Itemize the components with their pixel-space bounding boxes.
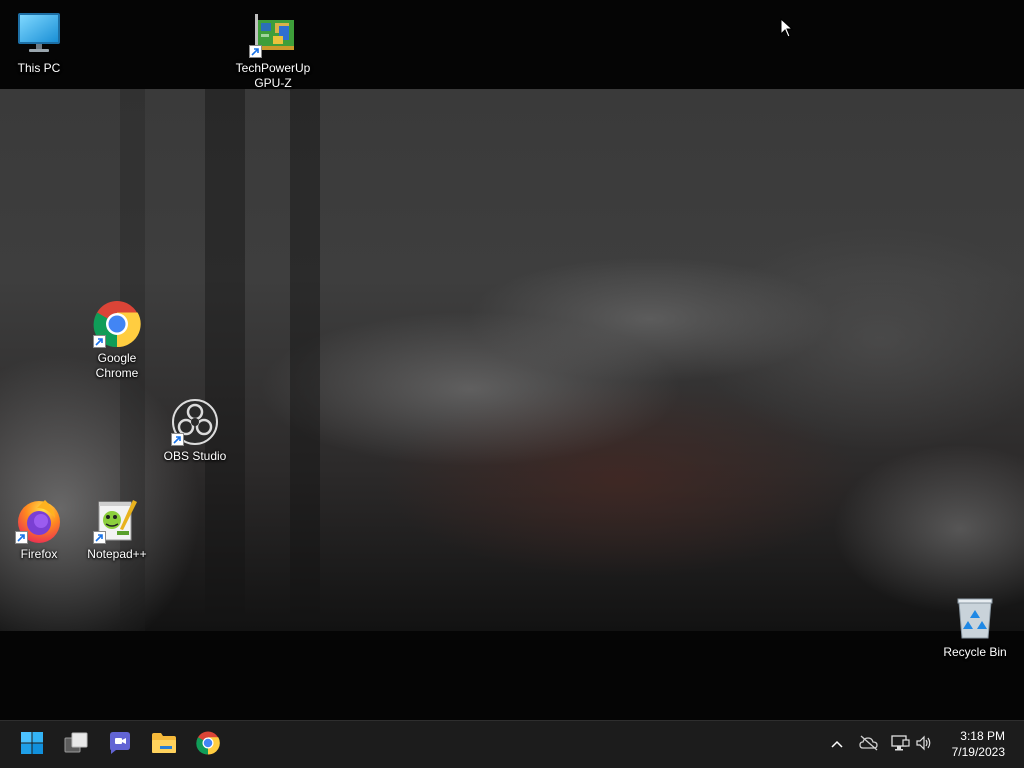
folder-icon xyxy=(151,732,177,759)
mouse-cursor-icon xyxy=(780,17,794,43)
desktop-icon-notepad-plus-plus[interactable]: Notepad++ xyxy=(79,496,155,562)
clock-time: 3:18 PM xyxy=(960,729,1005,743)
file-explorer-button[interactable] xyxy=(148,729,180,761)
desktop-icon-label: Google Chrome xyxy=(95,351,139,380)
clock-date: 7/19/2023 xyxy=(951,745,1005,759)
shortcut-arrow-icon xyxy=(171,433,184,446)
gpu-card-icon xyxy=(249,10,297,58)
desktop-icon-firefox[interactable]: Firefox xyxy=(1,496,77,562)
monitor-icon xyxy=(15,10,63,58)
network-tray-button[interactable] xyxy=(889,734,911,756)
desktop-icon-label: Recycle Bin xyxy=(943,645,1007,659)
desktop-icon-label: This PC xyxy=(17,61,61,75)
teams-chat-icon xyxy=(107,730,133,761)
windows-logo-icon xyxy=(20,731,44,760)
chat-button[interactable] xyxy=(104,729,136,761)
show-hidden-icons-button[interactable] xyxy=(826,734,848,756)
onedrive-tray-button[interactable] xyxy=(858,734,880,756)
desktop-icon-label: Firefox xyxy=(20,547,58,561)
network-icon xyxy=(890,734,910,757)
desktop-icon-google-chrome[interactable]: Google Chrome xyxy=(79,300,155,381)
taskbar-chrome-button[interactable] xyxy=(192,729,224,761)
clock[interactable]: 3:18 PM 7/19/2023 xyxy=(935,728,1005,760)
recycle-bin-icon xyxy=(951,594,999,642)
shortcut-arrow-icon xyxy=(93,531,106,544)
desktop[interactable]: This PC TechPowerUp GPU-Z Google Chrome … xyxy=(0,0,1024,720)
desktop-icon-label: TechPowerUp GPU-Z xyxy=(235,61,311,90)
chrome-icon xyxy=(196,731,220,760)
task-view-icon xyxy=(63,731,89,760)
desktop-icon-label: OBS Studio xyxy=(163,449,227,463)
obs-icon xyxy=(171,398,219,446)
chevron-up-icon xyxy=(830,736,844,754)
notepad-plus-plus-icon xyxy=(93,496,141,544)
shortcut-arrow-icon xyxy=(15,531,28,544)
desktop-icon-label: Notepad++ xyxy=(87,547,147,561)
taskbar: 3:18 PM 7/19/2023 xyxy=(0,720,1024,768)
task-view-button[interactable] xyxy=(60,729,92,761)
desktop-icon-recycle-bin[interactable]: Recycle Bin xyxy=(937,594,1013,660)
desktop-icon-this-pc[interactable]: This PC xyxy=(1,10,77,76)
start-button[interactable] xyxy=(16,729,48,761)
shortcut-arrow-icon xyxy=(249,45,262,58)
firefox-icon xyxy=(15,496,63,544)
desktop-icon-obs-studio[interactable]: OBS Studio xyxy=(157,398,233,464)
desktop-icon-gpu-z[interactable]: TechPowerUp GPU-Z xyxy=(235,10,311,91)
shortcut-arrow-icon xyxy=(93,335,106,348)
onedrive-offline-icon xyxy=(859,735,879,756)
volume-tray-button[interactable] xyxy=(913,734,935,756)
chrome-icon xyxy=(93,300,141,348)
volume-icon xyxy=(915,735,933,756)
